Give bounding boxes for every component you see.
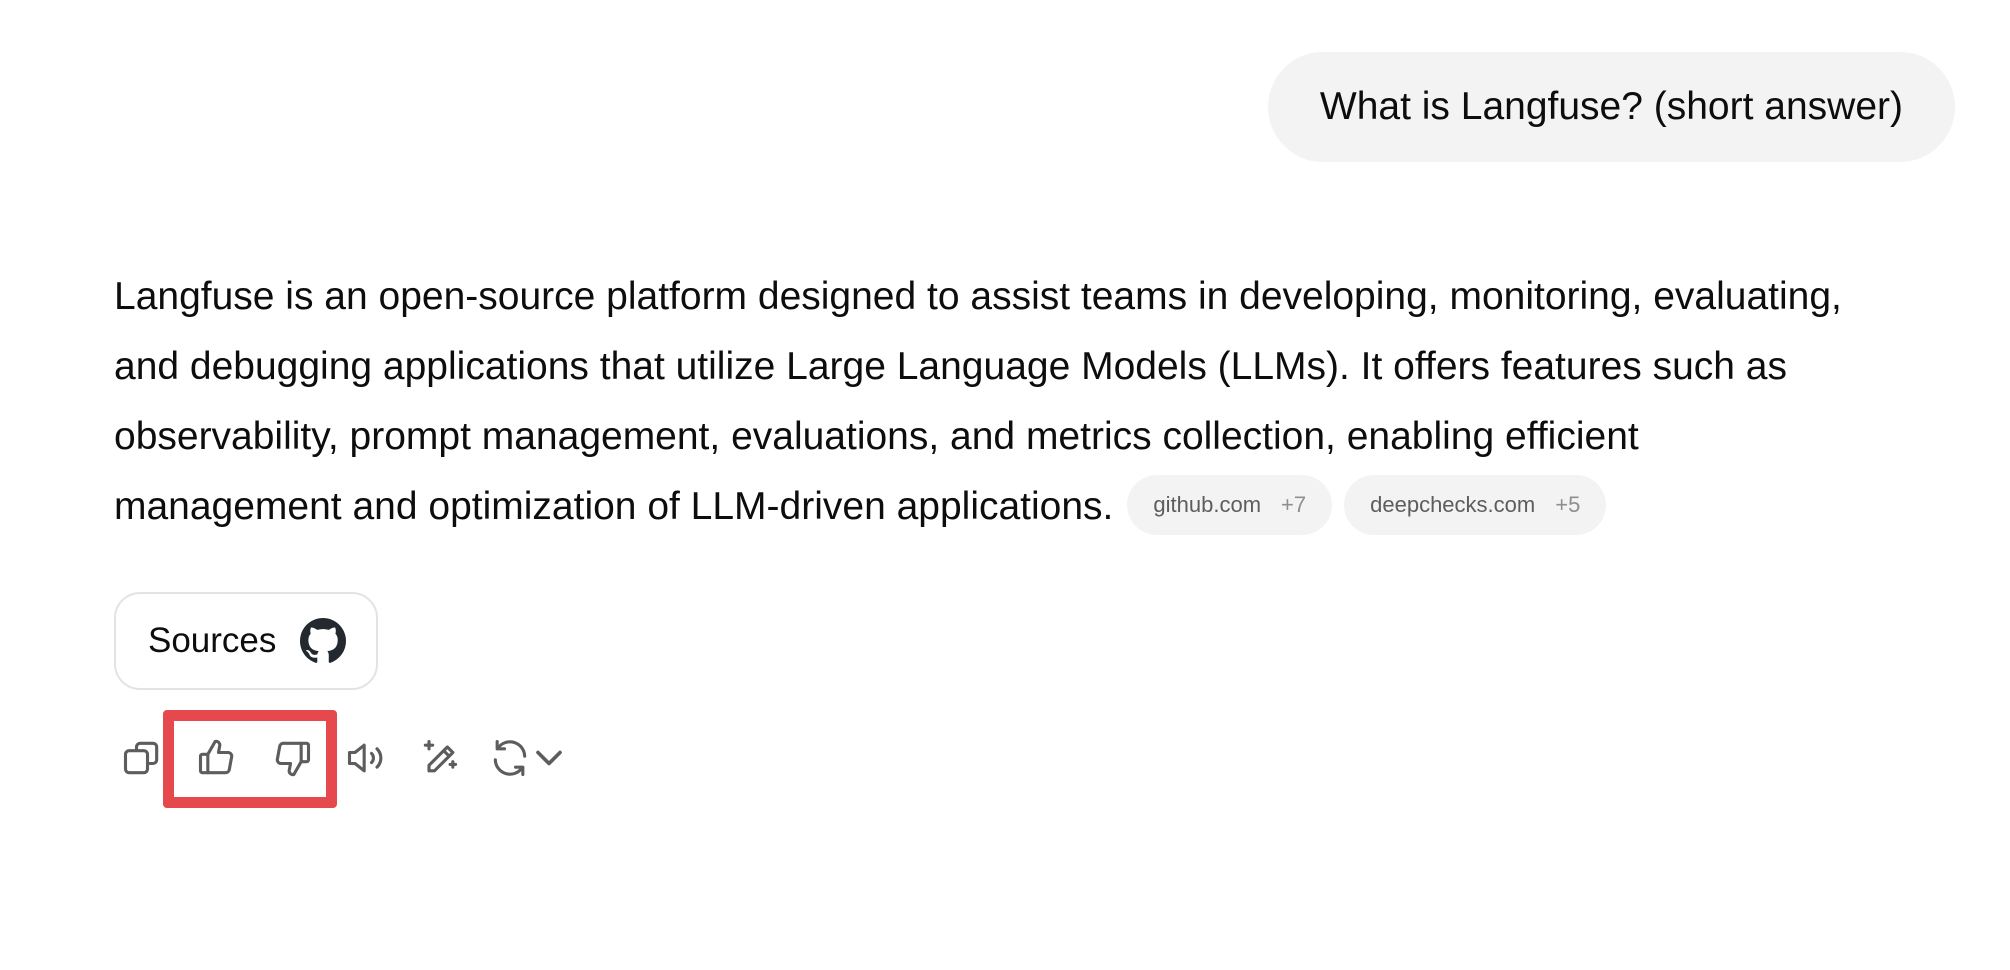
feedback-buttons-highlight xyxy=(163,710,337,808)
read-aloud-icon xyxy=(344,736,388,785)
citation-chip-github[interactable]: github.com +7 xyxy=(1127,474,1333,535)
assistant-text-line-with-citations: management and optimization of LLM-drive… xyxy=(114,472,1964,542)
user-message-bubble: What is Langfuse? (short answer) xyxy=(1267,52,1955,162)
sources-button[interactable]: Sources xyxy=(114,592,378,690)
edit-in-canvas-button[interactable] xyxy=(416,736,464,784)
assistant-text-line: and debugging applications that utilize … xyxy=(114,345,1788,388)
copy-icon xyxy=(120,736,164,785)
copy-button[interactable] xyxy=(118,736,166,784)
model-switch-dropdown[interactable] xyxy=(532,736,566,784)
chevron-down-icon xyxy=(527,736,571,785)
citation-domain: github.com xyxy=(1153,491,1262,517)
github-icon xyxy=(300,618,347,664)
regenerate-icon xyxy=(488,736,532,785)
assistant-text-line: observability, prompt management, evalua… xyxy=(114,415,1639,458)
citation-count: +7 xyxy=(1281,491,1307,517)
citation-chip-deepchecks[interactable]: deepchecks.com +5 xyxy=(1344,474,1607,535)
edit-icon xyxy=(418,736,462,785)
assistant-message: Langfuse is an open-source platform desi… xyxy=(114,262,1964,542)
citation-domain: deepchecks.com xyxy=(1370,491,1536,517)
assistant-text-line: management and optimization of LLM-drive… xyxy=(114,485,1114,528)
message-action-bar xyxy=(114,710,594,808)
citation-count: +5 xyxy=(1555,491,1581,517)
read-aloud-button[interactable] xyxy=(342,736,390,784)
sources-label: Sources xyxy=(148,621,277,660)
assistant-text-line: Langfuse is an open-source platform desi… xyxy=(114,275,1842,318)
user-message-text: What is Langfuse? (short answer) xyxy=(1319,85,1903,128)
